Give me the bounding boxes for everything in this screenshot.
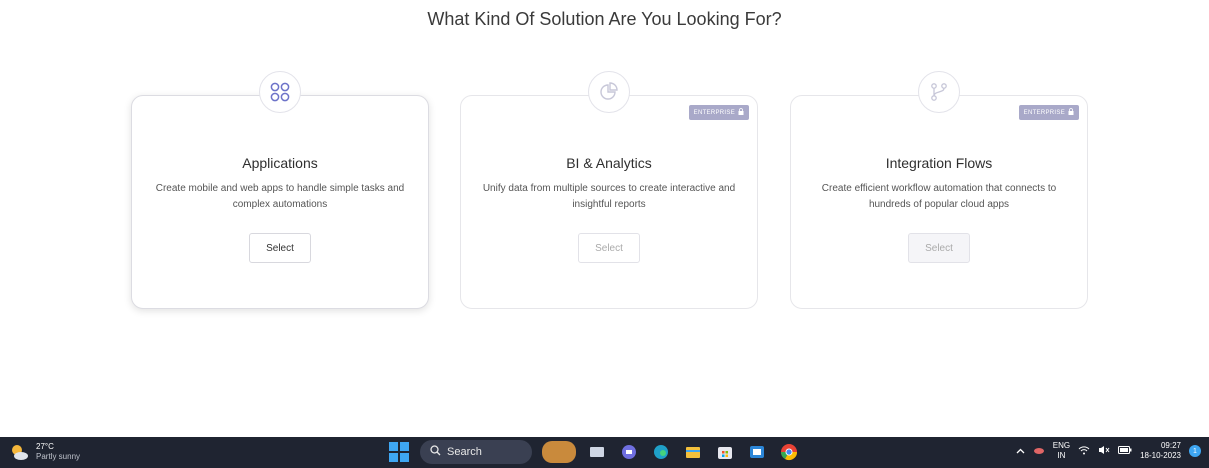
volume-muted-icon[interactable] bbox=[1098, 445, 1110, 457]
windows-start-icon[interactable] bbox=[388, 441, 410, 463]
system-tray: ENG IN 09:27 18-10-2023 1 bbox=[1016, 441, 1201, 461]
select-integration-flows-button[interactable]: Select bbox=[908, 233, 970, 263]
weather-temp: 27°C bbox=[36, 442, 54, 451]
card-integration-flows[interactable]: ENTERPRISE Integration Flows Create effi… bbox=[790, 71, 1088, 309]
lock-icon bbox=[1068, 108, 1074, 117]
pie-chart-icon bbox=[588, 71, 630, 113]
card-title: Integration Flows bbox=[885, 155, 993, 171]
page-title: What Kind Of Solution Are You Looking Fo… bbox=[427, 9, 782, 29]
edge-browser-icon[interactable] bbox=[650, 441, 672, 463]
battery-icon[interactable] bbox=[1118, 446, 1132, 456]
notification-badge[interactable]: 1 bbox=[1189, 445, 1201, 457]
card-description: Unify data from multiple sources to crea… bbox=[482, 183, 736, 210]
chevron-up-icon[interactable] bbox=[1016, 447, 1025, 456]
search-label: Search bbox=[447, 446, 482, 458]
store-icon[interactable] bbox=[714, 441, 736, 463]
widget-image-icon[interactable] bbox=[542, 441, 576, 463]
search-icon bbox=[430, 445, 441, 459]
card-description: Create efficient workflow automation tha… bbox=[821, 183, 1057, 210]
enterprise-badge: ENTERPRISE bbox=[688, 105, 749, 120]
taskbar-apps: Search bbox=[388, 440, 800, 464]
weather-widget[interactable]: 27°C Partly sunny bbox=[8, 441, 80, 463]
file-explorer-icon[interactable] bbox=[682, 441, 704, 463]
chrome-browser-icon[interactable] bbox=[778, 441, 800, 463]
card-description: Create mobile and web apps to handle sim… bbox=[155, 183, 405, 210]
select-applications-button[interactable]: Select bbox=[249, 233, 311, 263]
card-title: BI & Analytics bbox=[566, 155, 652, 171]
wifi-icon[interactable] bbox=[1078, 445, 1090, 457]
select-bi-analytics-button[interactable]: Select bbox=[578, 233, 640, 263]
onedrive-icon[interactable] bbox=[1033, 445, 1045, 457]
card-bi-analytics[interactable]: ENTERPRISE BI & Analytics Unify data fro… bbox=[460, 71, 758, 309]
lock-icon bbox=[738, 108, 744, 117]
card-applications[interactable]: Applications Create mobile and web apps … bbox=[131, 71, 429, 309]
taskbar: 27°C Partly sunny Search ENG IN 09:27 18… bbox=[0, 437, 1209, 468]
mail-icon[interactable] bbox=[746, 441, 768, 463]
clock[interactable]: 09:27 18-10-2023 bbox=[1140, 441, 1181, 461]
flow-branch-icon bbox=[918, 71, 960, 113]
chat-icon[interactable] bbox=[618, 441, 640, 463]
card-title: Applications bbox=[242, 155, 318, 171]
taskbar-search[interactable]: Search bbox=[420, 440, 532, 464]
apps-grid-icon bbox=[259, 71, 301, 113]
language-indicator[interactable]: ENG IN bbox=[1053, 441, 1070, 461]
task-view-icon[interactable] bbox=[586, 441, 608, 463]
weather-desc: Partly sunny bbox=[36, 452, 81, 461]
enterprise-badge: ENTERPRISE bbox=[1018, 105, 1079, 120]
partly-sunny-icon bbox=[8, 441, 30, 463]
